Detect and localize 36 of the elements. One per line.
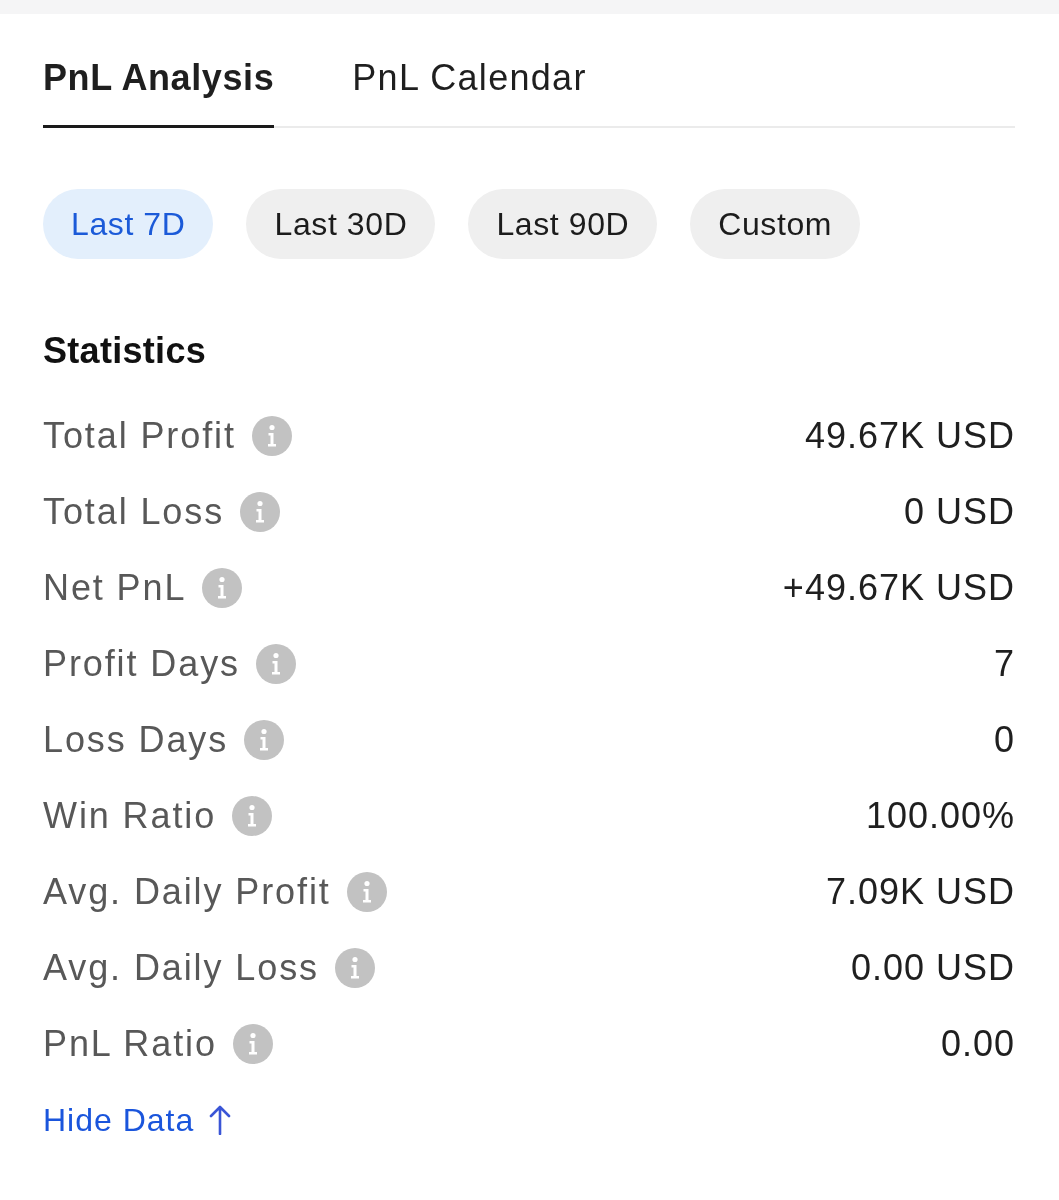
info-icon[interactable] xyxy=(346,872,387,912)
stat-label: Total Profit xyxy=(43,414,236,458)
period-filter-button[interactable]: Last 30D xyxy=(246,189,436,259)
stat-value: 0.00 USD xyxy=(850,946,1015,990)
stat-label: Avg. Daily Profit xyxy=(43,870,331,914)
info-icon[interactable] xyxy=(334,948,375,988)
stat-value: 49.67K USD xyxy=(804,414,1015,458)
info-icon[interactable] xyxy=(255,644,296,684)
tab[interactable]: PnL Analysis xyxy=(43,56,275,128)
stat-label: Win Ratio xyxy=(43,794,217,838)
tab[interactable]: PnL Calendar xyxy=(352,56,587,128)
stat-value: +49.67K USD xyxy=(782,566,1015,610)
info-icon[interactable] xyxy=(240,492,281,532)
info-icon[interactable] xyxy=(251,416,292,456)
stat-value: 7.09K USD xyxy=(825,870,1015,914)
stat-label: Net PnL xyxy=(43,566,187,610)
stat-value: 100.00% xyxy=(865,794,1015,838)
stat-label: Profit Days xyxy=(43,642,240,686)
info-icon[interactable] xyxy=(244,720,285,760)
stat-value: 0 xyxy=(993,718,1015,762)
hide-data-link[interactable]: Hide Data xyxy=(43,1100,233,1140)
stat-label: Total Loss xyxy=(43,490,225,534)
period-filter-button[interactable]: Last 7D xyxy=(43,189,214,259)
info-icon[interactable] xyxy=(232,796,273,836)
info-icon[interactable] xyxy=(232,1024,273,1064)
stat-label: PnL Ratio xyxy=(43,1022,217,1066)
stat-label: Avg. Daily Loss xyxy=(43,946,319,990)
period-filter-button[interactable]: Custom xyxy=(690,189,861,259)
stat-value: 0 USD xyxy=(903,490,1015,534)
stat-value: 0.00 xyxy=(940,1022,1015,1066)
section-heading: Statistics xyxy=(43,329,207,372)
period-filter-button[interactable]: Last 90D xyxy=(468,189,658,259)
arrow-up-icon xyxy=(208,1105,233,1135)
info-icon[interactable] xyxy=(202,568,243,608)
stat-value: 7 xyxy=(993,642,1015,686)
stat-label: Loss Days xyxy=(43,718,229,762)
